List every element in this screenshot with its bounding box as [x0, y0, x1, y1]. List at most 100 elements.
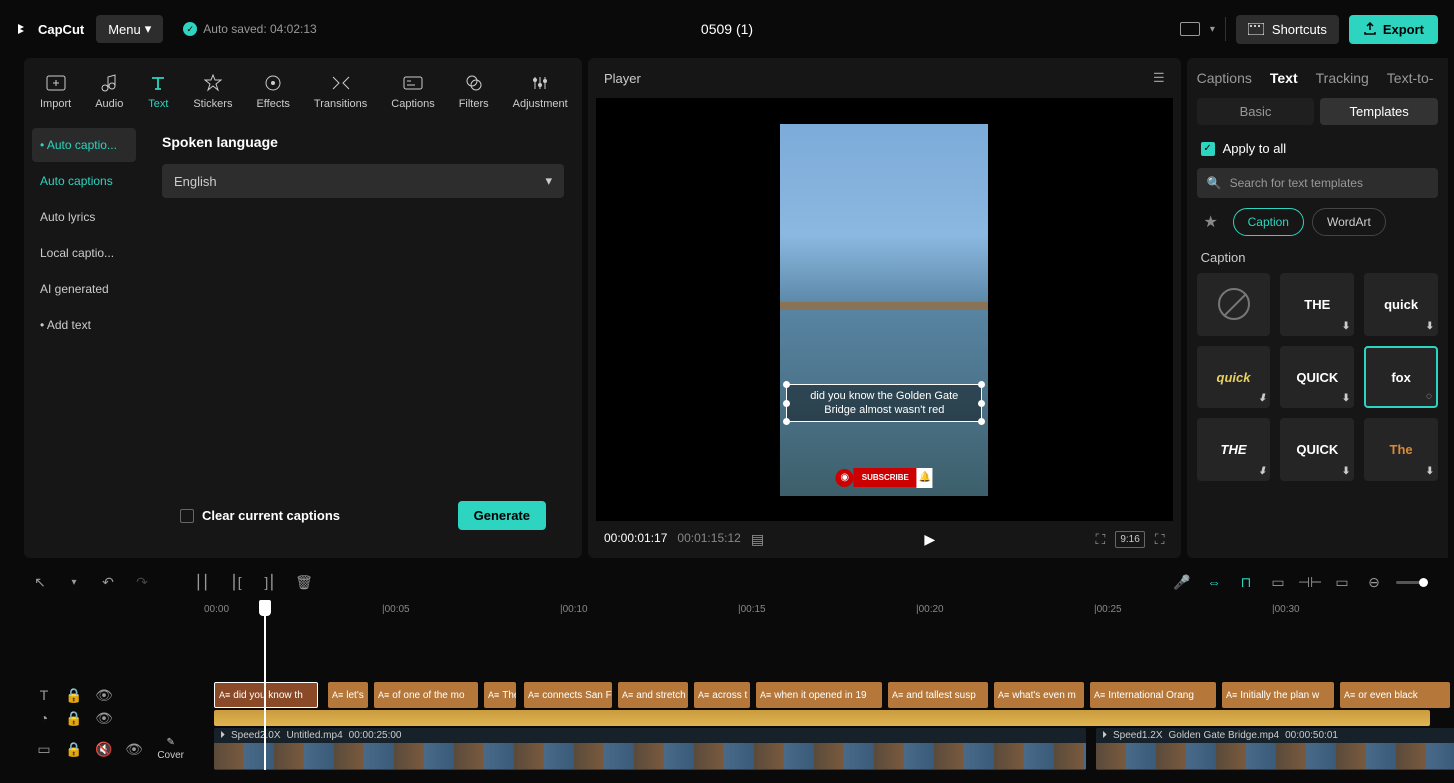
chevron-down-icon: ▾ [145, 21, 152, 37]
audio-track[interactable] [184, 710, 1430, 726]
sidebar-item-auto-captions[interactable]: Auto captions [32, 164, 136, 198]
tab-captions-inspector[interactable]: Captions [1197, 70, 1252, 86]
lock-icon[interactable]: 🔒 [64, 739, 84, 759]
tab-effects[interactable]: Effects [248, 68, 297, 114]
chevron-down-icon[interactable]: ▾ [1210, 24, 1215, 35]
caption-clip[interactable]: A≡ and stretch [618, 682, 688, 708]
bell-icon: 🔔 [917, 468, 933, 488]
template-item[interactable]: quick⬇ [1197, 346, 1271, 409]
delete-icon[interactable]: 🗑 [294, 572, 314, 592]
template-none[interactable] [1197, 273, 1271, 336]
subtab-basic[interactable]: Basic [1197, 98, 1315, 125]
tab-transitions[interactable]: Transitions [306, 68, 375, 114]
lať-icon[interactable]: 🔒 [64, 708, 84, 728]
zoom-slider[interactable] [1396, 581, 1424, 584]
caption-clip[interactable]: A≡ when it opened in 19 [756, 682, 882, 708]
template-item[interactable]: THE⬇ [1197, 418, 1271, 481]
menu-button[interactable]: Menu ▾ [96, 15, 163, 43]
chip-caption[interactable]: Caption [1233, 208, 1304, 236]
eye-icon[interactable]: 👁 [94, 685, 114, 705]
template-search-input[interactable]: 🔍 Search for text templates [1197, 168, 1438, 198]
template-item[interactable]: QUICK⬇ [1280, 346, 1354, 409]
mute-icon[interactable]: 🔇 [94, 739, 114, 759]
caption-clip[interactable]: A≡ International Orang [1090, 682, 1216, 708]
subtab-templates[interactable]: Templates [1320, 98, 1438, 125]
timeline-ruler[interactable]: 00:00 |00:05 |00:10 |00:15 |00:20 |00:25… [24, 602, 1430, 622]
caption-clip[interactable]: A≡ or even black [1340, 682, 1450, 708]
shortcuts-button[interactable]: Shortcuts [1236, 15, 1339, 44]
split-icon[interactable]: ⎮⎮ [192, 572, 212, 592]
chip-wordart[interactable]: WordArt [1312, 208, 1386, 236]
sidebar-item-auto-captions-collapsed[interactable]: • Auto captio... [32, 128, 136, 162]
player-menu-icon[interactable]: ☰ [1153, 70, 1165, 86]
caption-clip[interactable]: A≡ Initially the plan w [1222, 682, 1334, 708]
tab-tts[interactable]: Text-to- [1387, 70, 1434, 86]
chevron-down-icon[interactable]: ▾ [64, 572, 84, 592]
tab-filters[interactable]: Filters [451, 68, 497, 114]
aspect-ratio-badge[interactable]: 9:16 [1115, 531, 1144, 548]
link-icon[interactable]: ⇔ [1204, 572, 1224, 592]
redo-icon[interactable]: ↷ [132, 572, 152, 592]
template-item[interactable]: QUICK⬇ [1280, 418, 1354, 481]
cursor-tool-icon[interactable]: ↖ [30, 572, 50, 592]
caption-clip[interactable]: A≡ across t [694, 682, 750, 708]
tab-captions[interactable]: Captions [383, 68, 442, 114]
caption-clip[interactable]: A≡ The [484, 682, 516, 708]
player-viewport[interactable]: did you know the Golden Gate Bridge almo… [596, 98, 1173, 521]
favorites-filter[interactable]: ★ [1197, 208, 1225, 236]
clear-captions-checkbox[interactable]: Clear current captions [180, 508, 340, 523]
sidebar-item-ai-generated[interactable]: AI generated [32, 272, 136, 306]
undo-icon[interactable]: ↶ [98, 572, 118, 592]
cover-button[interactable]: ✎ Cover [157, 737, 184, 761]
export-button[interactable]: Export [1349, 15, 1438, 44]
caption-track[interactable]: A≡ did you know th A≡ let'sA≡ of one of t… [184, 682, 1430, 708]
lock-icon[interactable]: 🔒 [64, 685, 84, 705]
tab-tracking[interactable]: Tracking [1316, 70, 1369, 86]
tab-import[interactable]: Import [32, 68, 79, 114]
language-select[interactable]: English ▾ [162, 164, 564, 198]
caption-clip[interactable]: A≡ of one of the mo [374, 682, 478, 708]
sidebar-item-auto-lyrics[interactable]: Auto lyrics [32, 200, 136, 234]
stickers-icon [202, 72, 224, 94]
template-item[interactable]: quick⬇ [1364, 273, 1438, 336]
tab-adjustment[interactable]: Adjustment [505, 68, 576, 114]
template-item[interactable]: THE⬇ [1280, 273, 1354, 336]
tab-text[interactable]: Text [139, 68, 177, 114]
eye-icon[interactable]: 👁 [124, 739, 144, 759]
export-icon [1363, 22, 1377, 36]
caption-clip[interactable]: A≡ did you know th [214, 682, 318, 708]
template-item-selected[interactable]: fox◌ [1364, 346, 1438, 409]
fullscreen-icon[interactable]: ⛶ [1155, 531, 1165, 548]
video-clip[interactable]: ⏵Speed2.0XUntitled.mp400:00:25:00 [214, 728, 1086, 770]
playhead[interactable] [264, 602, 266, 770]
caption-clip[interactable]: A≡ let's [328, 682, 368, 708]
tab-stickers[interactable]: Stickers [185, 68, 240, 114]
apply-all-checkbox[interactable]: ✓ [1201, 142, 1215, 156]
snap-icon[interactable]: ▭ [1268, 572, 1288, 592]
sidebar-item-local-captions[interactable]: Local captio... [32, 236, 136, 270]
play-button[interactable]: ▶ [924, 531, 935, 548]
compare-icon[interactable]: ▤ [751, 531, 764, 548]
eye-icon[interactable]: 👁 [94, 708, 114, 728]
split-right-icon[interactable]: ]⎮ [260, 572, 280, 592]
magnetic-icon[interactable]: ⊓ [1236, 572, 1256, 592]
captions-icon [402, 72, 424, 94]
align-icon[interactable]: ⊣⊢ [1300, 572, 1320, 592]
split-left-icon[interactable]: ⎮[ [226, 572, 246, 592]
tab-text-inspector[interactable]: Text [1270, 70, 1298, 86]
tab-audio[interactable]: Audio [87, 68, 131, 114]
video-track[interactable]: ⏵Speed2.0XUntitled.mp400:00:25:00⏵Speed1… [184, 728, 1430, 770]
caption-clip[interactable]: A≡ connects San F [524, 682, 612, 708]
focus-icon[interactable]: ⛶ [1096, 531, 1106, 548]
caption-clip[interactable]: A≡ and tallest susp [888, 682, 988, 708]
caption-text-box[interactable]: did you know the Golden Gate Bridge almo… [786, 384, 982, 423]
generate-button[interactable]: Generate [458, 501, 546, 530]
zoom-out-icon[interactable]: ⊖ [1364, 572, 1384, 592]
preview-icon[interactable]: ▭ [1332, 572, 1352, 592]
mic-icon[interactable]: 🎤 [1172, 572, 1192, 592]
sidebar-item-add-text[interactable]: • Add text [32, 308, 136, 342]
caption-clip[interactable]: A≡ what's even m [994, 682, 1084, 708]
video-clip[interactable]: ⏵Speed1.2XGolden Gate Bridge.mp400:00:50… [1096, 728, 1454, 770]
template-item[interactable]: The⬇ [1364, 418, 1438, 481]
aspect-ratio-icon[interactable] [1180, 22, 1200, 36]
